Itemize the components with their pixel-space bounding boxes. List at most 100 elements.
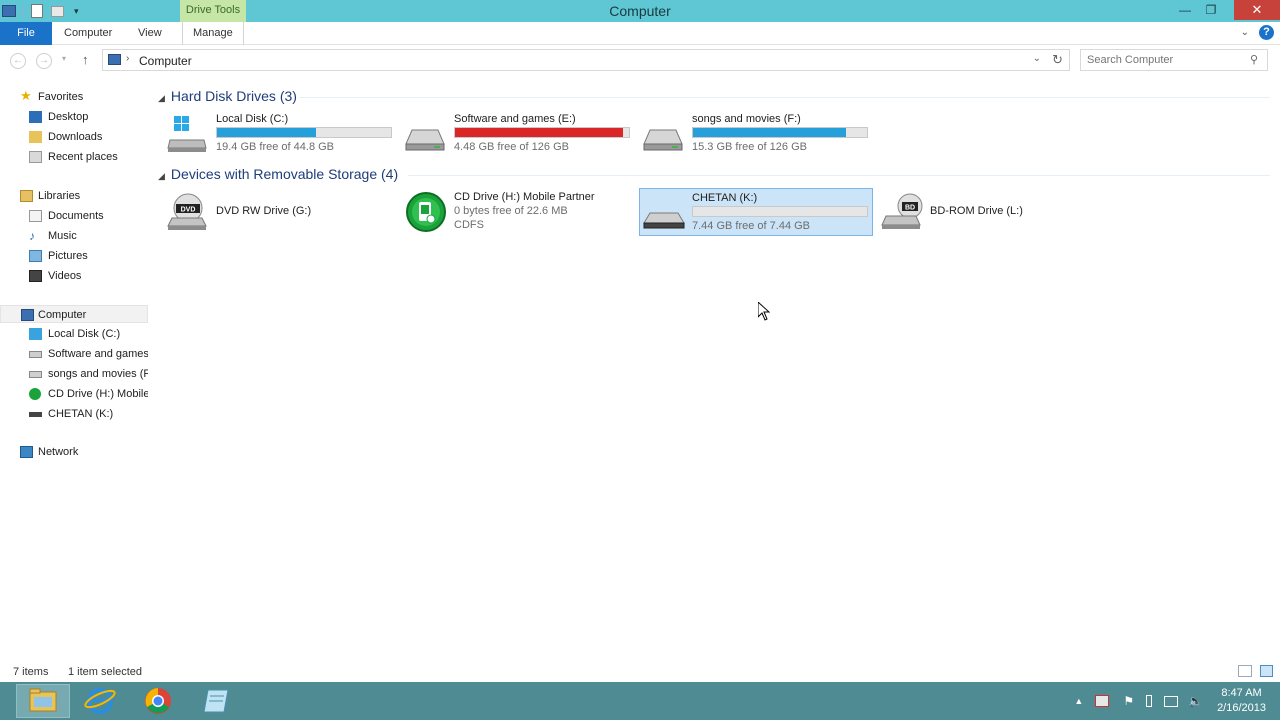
minimize-button[interactable]: —: [1172, 0, 1198, 20]
group-title: Devices with Removable Storage (4): [170, 166, 399, 182]
sidebar-item-label: Computer: [38, 309, 87, 321]
chrome-taskbar-button[interactable]: [132, 684, 186, 718]
free-space-text: 15.3 GB free of 126 GB: [692, 141, 807, 153]
group-header-removable-storage[interactable]: ◢ Devices with Removable Storage (4): [158, 166, 398, 182]
expand-ribbon-icon[interactable]: ⌄: [1241, 27, 1249, 38]
usb-drive-icon: [29, 412, 42, 417]
sidebar-item-label: Libraries: [38, 190, 81, 202]
search-input[interactable]: [1080, 49, 1268, 71]
restore-button[interactable]: ❐: [1198, 0, 1224, 20]
large-icons-view-icon[interactable]: [1260, 665, 1273, 677]
sidebar-item-downloads[interactable]: Downloads: [0, 128, 148, 146]
sidebar-item-cd-drive-h[interactable]: CD Drive (H:) Mobile: [0, 385, 148, 403]
sidebar-item-music[interactable]: ♪ Music: [0, 227, 148, 245]
collapse-triangle-icon[interactable]: ◢: [158, 93, 165, 103]
drive-tools-context-tab: Drive Tools: [180, 0, 246, 22]
tab-computer[interactable]: Computer: [54, 22, 122, 45]
sidebar-item-local-disk-c[interactable]: Local Disk (C:): [0, 325, 148, 343]
up-button[interactable]: ↑: [82, 52, 89, 67]
details-view-icon[interactable]: [1238, 665, 1252, 677]
windows-drive-icon: [29, 328, 42, 340]
breadcrumb-chevron-icon[interactable]: ›: [126, 53, 129, 64]
properties-icon[interactable]: [31, 4, 43, 18]
tab-file[interactable]: File: [0, 22, 52, 45]
hard-drive-icon: [643, 129, 683, 151]
address-dropdown-icon[interactable]: ⌄: [1033, 53, 1041, 64]
address-bar[interactable]: › Computer ⌄ ↻: [102, 49, 1070, 71]
network-icon: [20, 446, 33, 458]
group-header-hard-disk-drives[interactable]: ◢ Hard Disk Drives (3): [158, 88, 297, 104]
antivirus-icon[interactable]: [1095, 695, 1110, 707]
system-tray: ▲ ⚑ 🔈 8:47 AM 2/16/2013: [1074, 682, 1280, 720]
battery-icon[interactable]: [1146, 695, 1153, 707]
documents-icon: [29, 210, 42, 222]
drive-name: songs and movies (F:): [692, 113, 801, 125]
capacity-bar: [692, 206, 868, 217]
sidebar-item-recent-places[interactable]: Recent places: [0, 148, 148, 166]
show-hidden-icons-icon[interactable]: ▲: [1074, 696, 1083, 706]
tab-manage[interactable]: Manage: [182, 22, 244, 45]
sidebar-item-label: Pictures: [48, 250, 88, 262]
drive-tile-local-disk-c[interactable]: Local Disk (C:) 19.4 GB free of 44.8 GB: [158, 110, 392, 158]
sidebar-item-label: Documents: [48, 210, 104, 222]
drive-tile-bd-rom-l[interactable]: BD BD-ROM Drive (L:): [872, 188, 1106, 236]
file-explorer-taskbar-button[interactable]: [16, 684, 70, 718]
sidebar-item-label: Favorites: [38, 91, 84, 103]
status-bar: 7 items 1 item selected: [0, 662, 1280, 682]
search-icon[interactable]: ⚲: [1250, 53, 1258, 66]
sidebar-item-songs-and-movies[interactable]: songs and movies (F: [0, 365, 148, 383]
internet-explorer-taskbar-button[interactable]: [74, 684, 128, 718]
sidebar-item-chetan-k[interactable]: CHETAN (K:): [0, 405, 148, 423]
svg-text:BD: BD: [905, 205, 915, 212]
breadcrumb[interactable]: Computer: [139, 54, 192, 68]
clock[interactable]: 8:47 AM 2/16/2013: [1203, 686, 1280, 716]
volume-icon[interactable]: 🔈: [1188, 694, 1203, 708]
back-button[interactable]: ←: [10, 53, 26, 69]
sidebar-item-pictures[interactable]: Pictures: [0, 247, 148, 265]
help-icon[interactable]: ?: [1259, 25, 1274, 40]
close-button[interactable]: ✕: [1234, 0, 1280, 20]
drive-name: CD Drive (H:) Mobile Partner: [454, 191, 595, 203]
libraries-icon: [20, 190, 33, 202]
sidebar-item-favorites[interactable]: ★ Favorites: [0, 88, 148, 106]
capacity-bar: [454, 127, 630, 138]
sidebar-item-software-and-games[interactable]: Software and games: [0, 345, 148, 363]
customize-toolbar-icon[interactable]: ▾: [74, 6, 79, 17]
sidebar-item-computer[interactable]: Computer: [0, 305, 148, 323]
computer-icon[interactable]: [2, 5, 16, 17]
collapse-triangle-icon[interactable]: ◢: [158, 171, 165, 181]
new-folder-icon[interactable]: [51, 5, 64, 17]
downloads-folder-icon: [29, 131, 42, 143]
action-center-icon[interactable]: ⚑: [1123, 694, 1134, 708]
sidebar-item-label: Music: [48, 230, 77, 242]
svg-text:DVD: DVD: [181, 207, 196, 214]
drive-icon: [29, 371, 42, 378]
drive-icon: [29, 351, 42, 358]
sidebar-item-libraries[interactable]: Libraries: [0, 187, 148, 205]
dvd-drive-icon: DVD: [167, 193, 207, 230]
pictures-icon: [29, 250, 42, 262]
forward-button[interactable]: →: [36, 53, 52, 69]
sidebar-item-label: CHETAN (K:): [48, 408, 114, 420]
sidebar-item-label: Videos: [48, 270, 82, 282]
network-status-icon[interactable]: [1164, 695, 1179, 707]
drive-tile-software-and-games[interactable]: Software and games (E:) 4.48 GB free of …: [396, 110, 630, 158]
sidebar-item-desktop[interactable]: Desktop: [0, 108, 148, 126]
recent-locations-icon[interactable]: ▾: [62, 54, 66, 63]
sidebar-item-network[interactable]: Network: [0, 443, 148, 461]
free-space-text: 19.4 GB free of 44.8 GB: [216, 141, 335, 153]
sidebar-item-label: Downloads: [48, 131, 103, 143]
hard-drive-icon: [405, 129, 445, 151]
drive-tile-songs-and-movies[interactable]: songs and movies (F:) 15.3 GB free of 12…: [634, 110, 868, 158]
notepad-taskbar-button[interactable]: [190, 684, 244, 718]
free-space-text: 7.44 GB free of 7.44 GB: [692, 220, 811, 232]
drive-tile-cd-drive-h[interactable]: CD Drive (H:) Mobile Partner 0 bytes fre…: [396, 188, 630, 236]
drive-tile-chetan-k[interactable]: CHETAN (K:) 7.44 GB free of 7.44 GB: [639, 188, 873, 236]
refresh-icon[interactable]: ↻: [1052, 52, 1063, 68]
sidebar-item-documents[interactable]: Documents: [0, 207, 148, 225]
sidebar-item-label: Desktop: [48, 111, 89, 123]
drive-tile-dvd-rw-g[interactable]: DVD DVD RW Drive (G:): [158, 188, 392, 236]
sidebar-item-videos[interactable]: Videos: [0, 267, 148, 285]
content-pane: ◢ Hard Disk Drives (3) Local Disk (C:) 19…: [152, 80, 1280, 660]
tab-view[interactable]: View: [128, 22, 172, 45]
